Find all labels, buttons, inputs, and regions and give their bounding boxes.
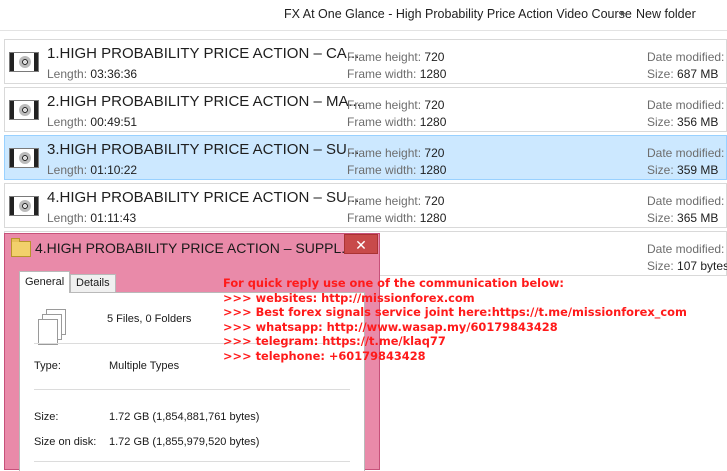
breadcrumb: FX At One Glance - High Probability Pric… [0, 0, 727, 31]
file-row-2[interactable]: 2.HIGH PROBABILITY PRICE ACTION – MA... … [4, 87, 727, 132]
file-size: Size: 687 MB [647, 67, 719, 81]
video-file-icon [9, 52, 39, 72]
file-length: Length: 03:36:36 [47, 67, 138, 81]
frame-width: Frame width: 1280 [347, 67, 447, 81]
date-modified-label: Date modified: [647, 50, 725, 64]
date-modified-label: Date modified: [647, 194, 725, 208]
size-value: 1.72 GB (1,854,881,761 bytes) [109, 411, 260, 423]
file-size: Size: 365 MB [647, 211, 719, 225]
overlay-line: For quick reply use one of the communica… [223, 276, 564, 290]
file-size: Size: 107 bytes [647, 259, 727, 273]
file-length: Length: 00:49:51 [47, 115, 138, 129]
frame-width: Frame width: 1280 [347, 115, 447, 129]
date-modified-label: Date modified: [647, 146, 725, 160]
type-value: Multiple Types [109, 360, 180, 372]
breadcrumb-chevron-icon[interactable]: ▸ [621, 8, 626, 19]
file-name: 3.HIGH PROBABILITY PRICE ACTION – SU... [47, 141, 360, 158]
close-button[interactable]: ✕ [344, 234, 378, 254]
file-row-3[interactable]: 3.HIGH PROBABILITY PRICE ACTION – SU... … [4, 135, 727, 180]
frame-width: Frame width: 1280 [347, 163, 447, 177]
frame-height: Frame height: 720 [347, 98, 445, 112]
overlay-line: >>> websites: http://missionforex.com [223, 290, 475, 305]
overlay-line: >>> telephone: +60179843428 [223, 348, 426, 363]
folder-icon [11, 238, 31, 257]
size-on-disk-label: Size on disk: [34, 436, 97, 448]
dialog-title: 4.HIGH PROBABILITY PRICE ACTION – SUPPL.… [35, 240, 353, 256]
frame-height: Frame height: 720 [347, 194, 445, 208]
file-row-4[interactable]: 4.HIGH PROBABILITY PRICE ACTION – SU... … [4, 183, 727, 228]
overlay-line: >>> Best forex signals service joint her… [223, 305, 687, 319]
file-size: Size: 356 MB [647, 115, 719, 129]
promo-overlay-text: For quick reply use one of the communica… [223, 276, 723, 363]
file-name: 4.HIGH PROBABILITY PRICE ACTION – SU... [47, 189, 360, 206]
frame-width: Frame width: 1280 [347, 211, 447, 225]
video-file-icon [9, 100, 39, 120]
file-size: Size: 359 MB [647, 163, 719, 177]
frame-height: Frame height: 720 [347, 50, 445, 64]
tab-details[interactable]: Details [70, 274, 116, 292]
breadcrumb-current[interactable]: New folder [636, 7, 696, 21]
size-on-disk-value: 1.72 GB (1,855,979,520 bytes) [109, 436, 260, 448]
video-file-icon [9, 196, 39, 216]
overlay-line: >>> telegram: https://t.me/klaq77 [223, 334, 446, 348]
frame-height: Frame height: 720 [347, 146, 445, 160]
file-name: 2.HIGH PROBABILITY PRICE ACTION – MA... [47, 93, 361, 110]
file-row-1[interactable]: 1.HIGH PROBABILITY PRICE ACTION – CA... … [4, 39, 727, 84]
file-length: Length: 01:10:22 [47, 163, 138, 177]
divider [34, 461, 350, 462]
file-length: Length: 01:11:43 [47, 211, 137, 225]
size-label: Size: [34, 411, 59, 423]
video-file-icon [9, 148, 39, 168]
type-label: Type: [34, 360, 61, 372]
file-name: 1.HIGH PROBABILITY PRICE ACTION – CA... [47, 45, 360, 62]
files-summary: 5 Files, 0 Folders [107, 313, 192, 325]
date-modified-label: Date modified: [647, 98, 725, 112]
tab-general[interactable]: General [19, 271, 71, 293]
divider [34, 389, 350, 390]
breadcrumb-parent[interactable]: FX At One Glance - High Probability Pric… [284, 7, 632, 21]
overlay-line: >>> whatsapp: http://www.wasap.my/601798… [223, 319, 558, 334]
date-modified-label: Date modified: [647, 242, 725, 256]
multiple-files-icon [38, 309, 66, 345]
